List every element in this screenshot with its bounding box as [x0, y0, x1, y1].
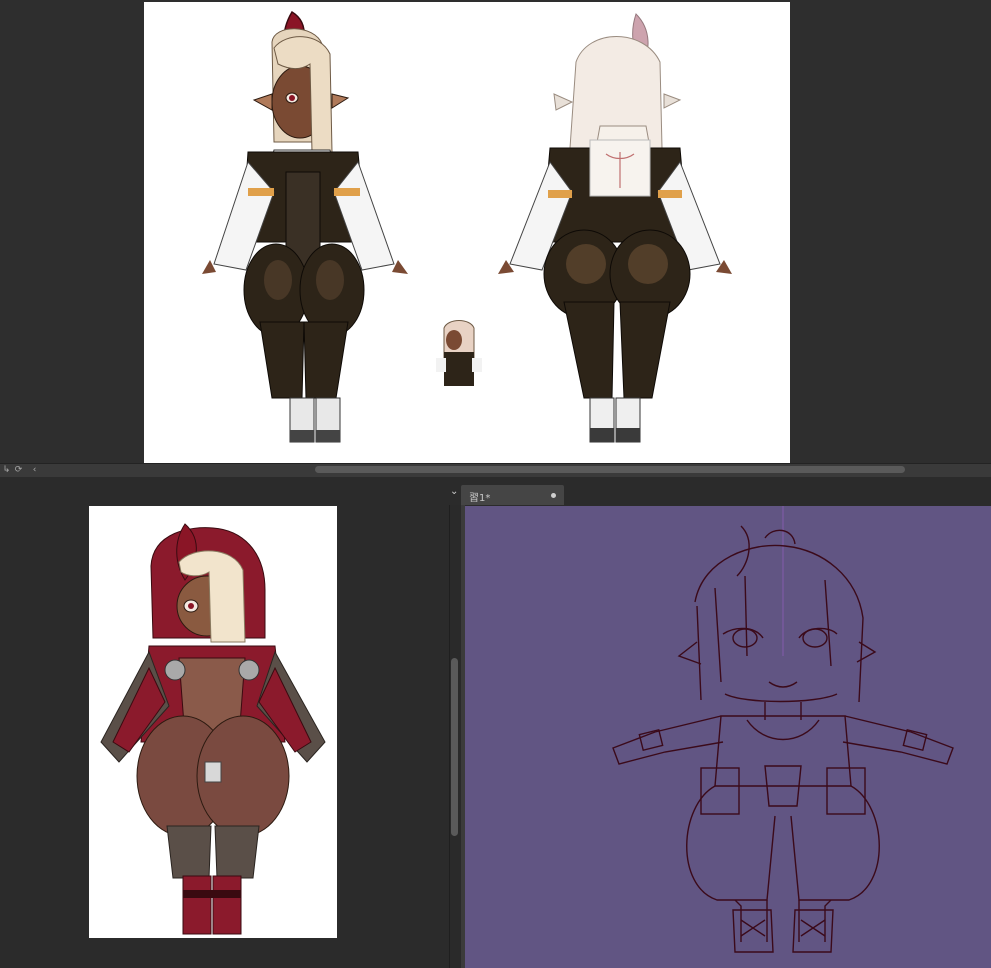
vertical-scroll-thumb[interactable] — [451, 658, 458, 836]
front-view-figure — [202, 10, 408, 443]
horizontal-scroll-thumb[interactable] — [315, 466, 905, 473]
tab-document-label: 習1* — [469, 493, 491, 504]
back-view-figure — [498, 13, 732, 443]
red-hood-character-illustration — [100, 523, 326, 935]
chevron-down-icon[interactable]: ⌄ — [450, 486, 458, 497]
reference-sheet-canvas[interactable] — [144, 2, 790, 463]
chevron-left-icon[interactable]: ‹ — [28, 464, 41, 476]
dot-icon[interactable] — [551, 493, 556, 498]
rotate-icon[interactable]: ⟳ — [12, 464, 25, 476]
character-reference-illustration — [202, 10, 732, 443]
sketch-canvas[interactable] — [465, 506, 991, 968]
thumbnail-figure — [436, 320, 482, 386]
reference-canvas-left[interactable] — [89, 506, 337, 938]
lineart-sketch-illustration — [612, 506, 954, 953]
